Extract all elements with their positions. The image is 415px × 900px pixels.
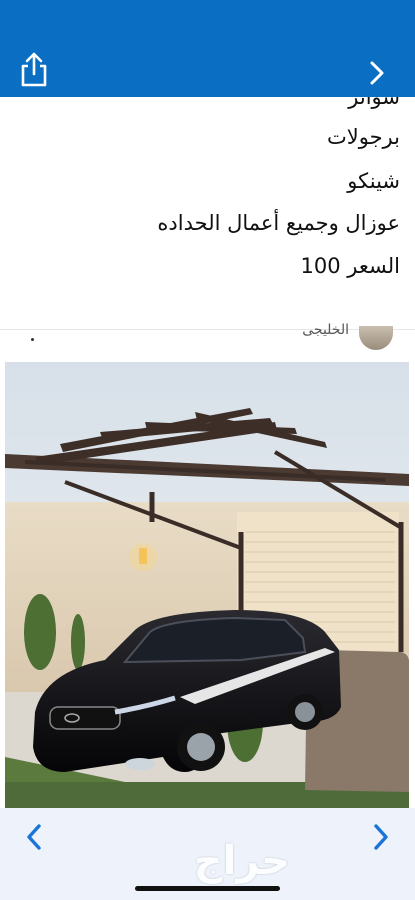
chevron-right-icon [374,824,388,850]
description-line: سواتر [348,97,400,109]
share-button[interactable] [18,52,50,88]
bottom-nav: حراج [0,808,415,900]
username[interactable]: الخليجي [302,322,349,336]
more-options-icon[interactable] [31,338,34,341]
back-button[interactable] [367,60,387,86]
description-line: برجولات [326,125,400,149]
haraj-watermark: حراج [193,838,290,884]
share-icon [21,52,47,87]
ad-photo[interactable] [5,362,409,808]
chevron-right-icon [370,61,384,85]
next-button[interactable] [367,822,393,852]
post-header: الخليجي [0,322,415,360]
chevron-left-icon [27,824,41,850]
ad-description: سواتر برجولات شينكو عوزال وجميع أعمال ال… [0,97,415,329]
avatar[interactable] [359,326,393,350]
previous-button[interactable] [22,822,48,852]
description-line: شينكو [347,169,400,193]
price-line: السعر 100 [300,254,400,278]
home-indicator [135,886,280,891]
top-bar [0,0,415,97]
description-line: عوزال وجميع أعمال الحداده [157,211,400,235]
